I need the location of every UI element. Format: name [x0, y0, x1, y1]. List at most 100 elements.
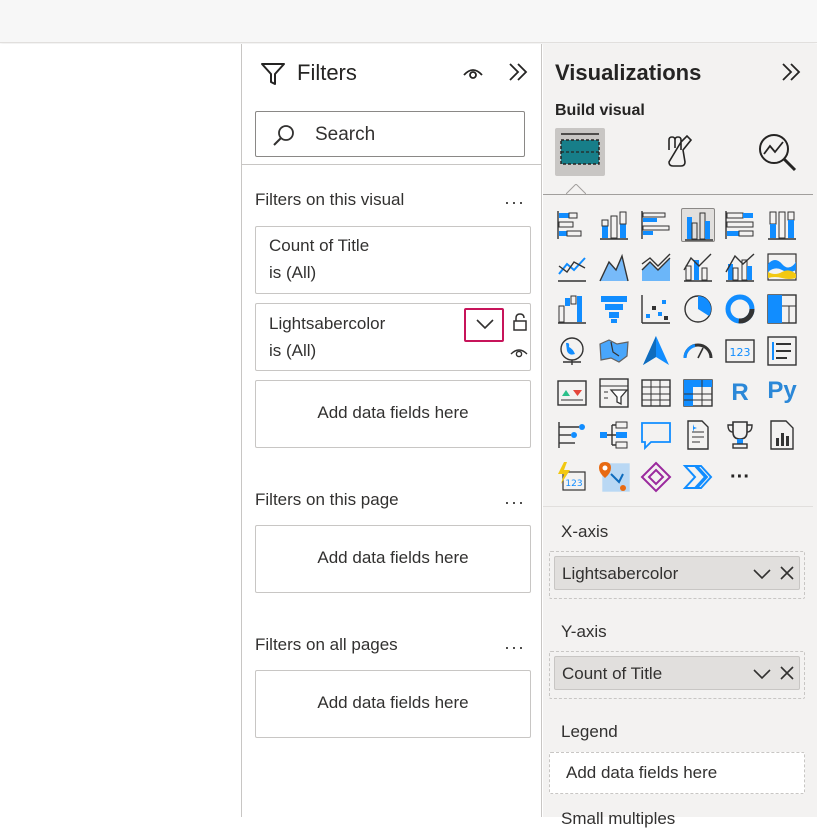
stacked-area-chart-icon[interactable]	[639, 250, 673, 284]
pie-chart-icon[interactable]	[681, 292, 715, 326]
power-apps-visual-icon[interactable]: 123	[555, 460, 589, 494]
line-and-stacked-column-icon[interactable]	[681, 250, 715, 284]
clustered-bar-chart-icon[interactable]	[639, 208, 673, 242]
kpi-visual-icon[interactable]	[555, 376, 589, 410]
azure-map-icon[interactable]	[639, 334, 673, 368]
line-chart-icon[interactable]	[555, 250, 589, 284]
filter-card-count-of-title[interactable]: Count of Title is (All)	[255, 226, 531, 294]
area-chart-icon[interactable]	[597, 250, 631, 284]
clustered-column-chart-icon[interactable]	[681, 208, 715, 242]
filters-on-visual-title: Filters on this visual	[255, 190, 405, 209]
funnel-chart-icon[interactable]	[597, 292, 631, 326]
decomposition-tree-icon[interactable]	[597, 418, 631, 452]
filters-divider	[242, 164, 541, 165]
visual-filters-more-button[interactable]: ···	[504, 192, 525, 213]
filters-search-input[interactable]: Search	[255, 111, 525, 157]
ribbon-chart-icon[interactable]	[765, 250, 799, 284]
qna-visual-icon[interactable]	[639, 418, 673, 452]
table-visual-icon[interactable]	[639, 376, 673, 410]
search-placeholder: Search	[315, 124, 376, 145]
filter-field-name: Lightsabercolor	[269, 314, 386, 333]
line-and-clustered-column-icon[interactable]	[723, 250, 757, 284]
power-automate-visual-icon[interactable]	[597, 460, 631, 494]
donut-chart-icon[interactable]	[723, 292, 757, 326]
slicer-icon[interactable]	[597, 376, 631, 410]
filters-pane: Filters Search Filters on this visual ··…	[241, 44, 542, 817]
filters-on-page-title: Filters on this page	[255, 490, 399, 509]
drop-zone-text: Add data fields here	[317, 693, 469, 712]
drop-zone-text: Add data fields here	[317, 403, 469, 422]
search-icon	[273, 125, 294, 146]
y-axis-field-name: Count of Title	[562, 664, 663, 683]
report-canvas[interactable]	[0, 44, 241, 817]
collapse-visualizations-icon[interactable]	[780, 61, 802, 83]
chevron-down-icon	[476, 319, 494, 330]
matrix-visual-icon[interactable]	[681, 376, 715, 410]
drop-zone-text: Add data fields here	[317, 548, 469, 567]
build-visual-tab[interactable]	[555, 128, 605, 176]
analytics-magnifier-icon	[759, 134, 797, 172]
y-axis-label: Y-axis	[561, 622, 607, 641]
100-percent-stacked-bar-icon[interactable]	[723, 208, 757, 242]
expand-filter-button[interactable]	[464, 308, 504, 342]
top-bar	[0, 0, 817, 43]
filters-header: Filters	[242, 44, 541, 104]
key-influencers-icon[interactable]	[555, 418, 589, 452]
gauge-icon[interactable]	[681, 334, 715, 368]
active-tab-notch	[566, 184, 586, 195]
card-visual-icon[interactable]: 123	[723, 334, 757, 368]
y-axis-field-pill[interactable]: Count of Title	[554, 656, 800, 690]
all-pages-filters-more-button[interactable]: ···	[504, 637, 525, 658]
format-visual-tab[interactable]	[655, 128, 705, 176]
fields-divider	[543, 506, 813, 507]
svg-text:123: 123	[565, 479, 582, 489]
eye-icon[interactable]	[509, 344, 529, 360]
waterfall-chart-icon[interactable]	[555, 292, 589, 326]
legend-label: Legend	[561, 722, 618, 741]
python-visual-icon[interactable]: Py	[760, 374, 804, 408]
map-globe-icon[interactable]	[555, 334, 589, 368]
filters-on-all-pages-title: Filters on all pages	[255, 635, 398, 654]
treemap-icon[interactable]	[765, 292, 799, 326]
stacked-column-chart-icon[interactable]	[597, 208, 631, 242]
visualizations-pane: Visualizations Build visual 123 R Py 123…	[543, 44, 817, 828]
close-icon[interactable]	[780, 566, 794, 580]
chevron-down-icon[interactable]	[753, 667, 771, 681]
100-percent-stacked-column-icon[interactable]	[765, 208, 799, 242]
page-filters-more-button[interactable]: ···	[504, 492, 525, 513]
more-visuals-button[interactable]: ···	[723, 460, 757, 494]
legend-placeholder: Add data fields here	[566, 763, 718, 782]
filter-condition: is (All)	[269, 263, 317, 282]
page-filter-drop-zone[interactable]: Add data fields here	[255, 525, 531, 593]
x-axis-label: X-axis	[561, 522, 609, 541]
collapse-filters-icon[interactable]	[507, 61, 529, 83]
analytics-tab[interactable]	[753, 128, 803, 176]
chevron-visual-icon[interactable]	[681, 460, 715, 494]
filter-card-lightsabercolor[interactable]: Lightsabercolor is (All)	[255, 303, 531, 371]
r-script-visual-icon[interactable]: R	[723, 376, 757, 410]
filters-title: Filters	[297, 60, 357, 85]
multi-row-card-icon[interactable]	[765, 334, 799, 368]
trophy-goals-icon[interactable]	[723, 418, 757, 452]
legend-well[interactable]: Add data fields here	[549, 752, 805, 794]
scatter-chart-icon[interactable]	[639, 292, 673, 326]
chevron-down-icon[interactable]	[753, 567, 771, 581]
close-icon[interactable]	[780, 666, 794, 680]
build-visual-label: Build visual	[555, 102, 645, 119]
filled-map-icon[interactable]	[597, 334, 631, 368]
smart-narrative-icon[interactable]	[681, 418, 715, 452]
lock-icon[interactable]	[511, 312, 529, 332]
visual-filter-drop-zone[interactable]: Add data fields here	[255, 380, 531, 448]
x-axis-field-name: Lightsabercolor	[562, 564, 679, 583]
eye-icon[interactable]	[462, 64, 484, 82]
svg-text:123: 123	[730, 346, 751, 359]
diamond-visual-icon[interactable]	[639, 460, 673, 494]
x-axis-field-pill[interactable]: Lightsabercolor	[554, 556, 800, 590]
small-multiples-label: Small multiples	[561, 809, 676, 828]
stacked-bar-chart-icon[interactable]	[555, 208, 589, 242]
x-axis-well: Lightsabercolor	[549, 551, 805, 599]
paginated-report-icon[interactable]	[765, 418, 799, 452]
fields-table-icon	[560, 133, 600, 165]
all-pages-filter-drop-zone[interactable]: Add data fields here	[255, 670, 531, 738]
filter-funnel-icon	[261, 63, 285, 85]
